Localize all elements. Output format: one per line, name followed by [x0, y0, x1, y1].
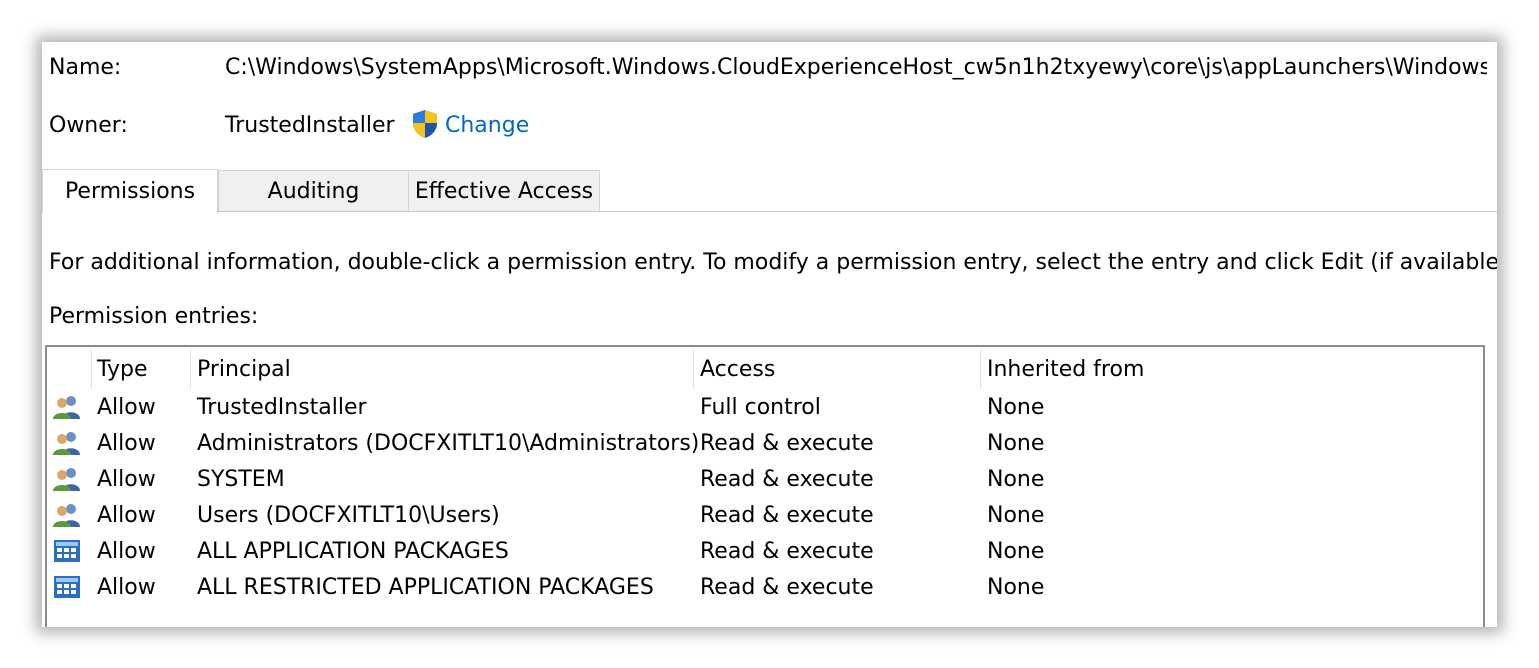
entry-principal: ALL RESTRICTED APPLICATION PACKAGES: [197, 575, 654, 600]
table-row[interactable]: Allow Users (DOCFXITLT10\Users) Read & e…: [47, 498, 1483, 534]
table-row[interactable]: Allow Administrators (DOCFXITLT10\Admini…: [47, 426, 1483, 462]
column-header-principal[interactable]: Principal: [197, 357, 291, 382]
entry-type: Allow: [97, 503, 156, 528]
owner-label: Owner:: [49, 113, 128, 138]
users-icon: [53, 504, 80, 527]
column-header-inherited-from[interactable]: Inherited from: [987, 357, 1144, 382]
app-packages-icon: [54, 540, 80, 562]
entry-access: Read & execute: [700, 539, 874, 564]
table-row[interactable]: Allow ALL APPLICATION PACKAGES Read & ex…: [47, 534, 1483, 570]
entry-access: Read & execute: [700, 431, 874, 456]
entry-inherited-from: None: [987, 539, 1045, 564]
entry-access: Read & execute: [700, 503, 874, 528]
entry-inherited-from: None: [987, 395, 1045, 420]
entry-type: Allow: [97, 395, 156, 420]
entry-access: Read & execute: [700, 575, 874, 600]
permission-entries-label: Permission entries:: [49, 304, 259, 329]
column-divider: [190, 349, 191, 389]
users-icon: [53, 396, 80, 419]
tab-effective-access[interactable]: Effective Access: [408, 170, 600, 211]
entry-inherited-from: None: [987, 467, 1045, 492]
entry-access: Read & execute: [700, 467, 874, 492]
entry-principal: Administrators (DOCFXITLT10\Administrato…: [197, 431, 700, 456]
entry-type: Allow: [97, 539, 156, 564]
entry-type: Allow: [97, 575, 156, 600]
column-divider: [91, 349, 92, 389]
advanced-security-settings-panel: Name: C:\Windows\SystemApps\Microsoft.Wi…: [42, 42, 1497, 627]
tab-permissions[interactable]: Permissions: [42, 169, 218, 213]
table-row[interactable]: Allow SYSTEM Read & execute None: [47, 462, 1483, 498]
app-packages-icon: [54, 576, 80, 598]
uac-shield-icon: [413, 110, 437, 138]
entry-type: Allow: [97, 467, 156, 492]
entry-inherited-from: None: [987, 575, 1045, 600]
users-icon: [53, 432, 80, 455]
entry-principal: SYSTEM: [197, 467, 285, 492]
tab-strip-divider: [42, 211, 1497, 212]
entry-inherited-from: None: [987, 431, 1045, 456]
tab-auditing[interactable]: Auditing: [218, 170, 409, 211]
instructions-text: For additional information, double-click…: [49, 250, 1497, 275]
object-path: C:\Windows\SystemApps\Microsoft.Windows.…: [225, 55, 1487, 80]
entry-inherited-from: None: [987, 503, 1045, 528]
entry-principal: Users (DOCFXITLT10\Users): [197, 503, 500, 528]
users-icon: [53, 468, 80, 491]
entry-principal: TrustedInstaller: [197, 395, 367, 420]
column-header-type[interactable]: Type: [97, 357, 148, 382]
column-divider: [693, 349, 694, 389]
column-header-access[interactable]: Access: [700, 357, 775, 382]
name-label: Name:: [49, 55, 122, 80]
change-owner-link[interactable]: Change: [445, 113, 529, 138]
entry-access: Full control: [700, 395, 821, 420]
column-divider: [980, 349, 981, 389]
table-row[interactable]: Allow TrustedInstaller Full control None: [47, 390, 1483, 426]
permission-entries-list[interactable]: Type Principal Access Inherited from All…: [45, 345, 1485, 627]
entry-principal: ALL APPLICATION PACKAGES: [197, 539, 509, 564]
entry-type: Allow: [97, 431, 156, 456]
owner-value: TrustedInstaller: [225, 113, 395, 138]
table-row[interactable]: Allow ALL RESTRICTED APPLICATION PACKAGE…: [47, 570, 1483, 606]
